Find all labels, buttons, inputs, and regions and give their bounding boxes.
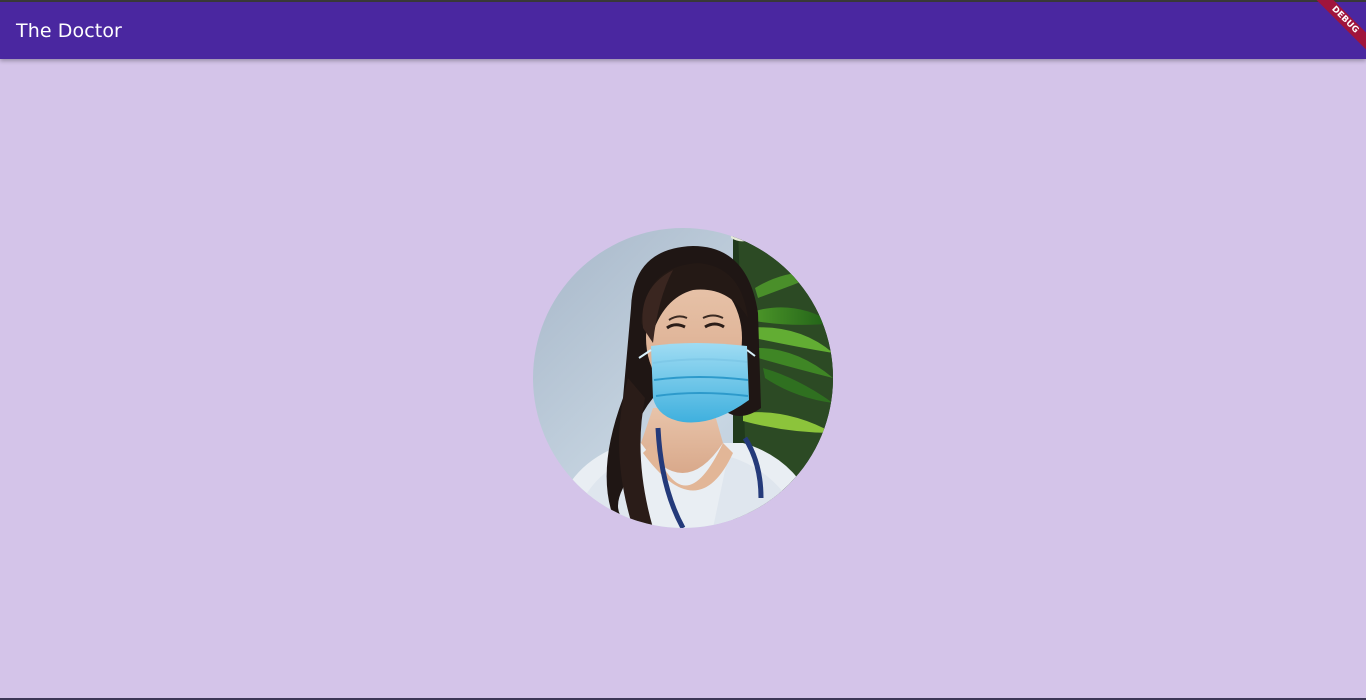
doctor-photo — [533, 228, 833, 528]
main-content — [0, 59, 1366, 698]
app-bar: The Doctor — [0, 2, 1366, 59]
doctor-avatar — [533, 228, 833, 528]
app-title: The Doctor — [16, 20, 122, 42]
